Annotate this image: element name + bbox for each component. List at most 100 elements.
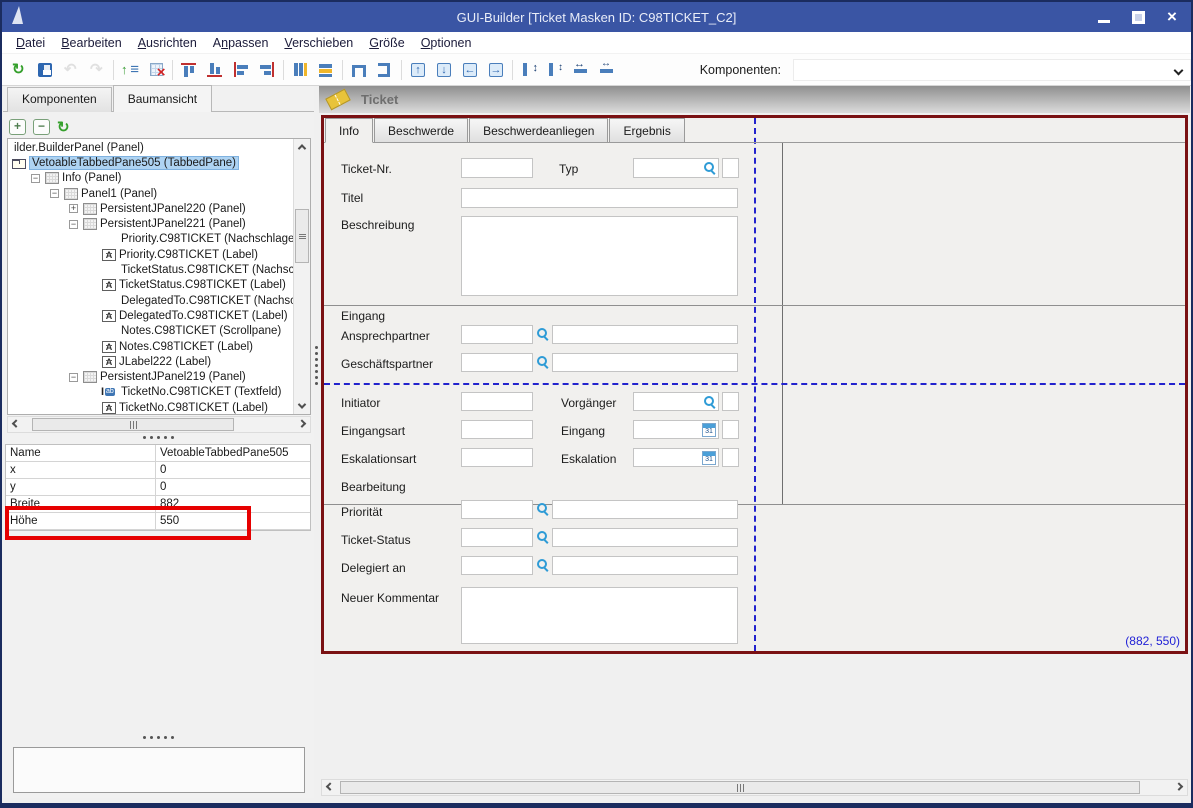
lookup-icon[interactable] <box>536 558 549 571</box>
prioritaet-field[interactable] <box>461 500 533 519</box>
komponenten-combobox[interactable] <box>793 59 1191 81</box>
lookup-icon[interactable] <box>536 530 549 543</box>
tree-item[interactable]: − Info (Panel) <box>8 171 293 186</box>
menu-item[interactable]: Anpassen <box>205 34 277 52</box>
space-horizontal-button[interactable] <box>346 58 372 82</box>
minimize-button[interactable] <box>1095 8 1113 26</box>
tree-item[interactable]: − Panel1 (Panel) <box>8 186 293 201</box>
eskalationsart-field[interactable] <box>461 448 533 467</box>
titel-field[interactable] <box>461 188 738 208</box>
scroll-left-button[interactable] <box>8 417 24 432</box>
expander-minus-icon[interactable]: − <box>69 373 78 382</box>
splitter-handle-bottom[interactable] <box>3 736 314 739</box>
tree-item[interactable]: DelegatedTo.C98TICKET (Nachsch <box>8 293 293 308</box>
move-right-button[interactable]: → <box>483 58 509 82</box>
tree-item[interactable]: Priority.C98TICKET (Nachschlagefe <box>8 232 293 247</box>
eingangsart-field[interactable] <box>461 420 533 439</box>
same-height-button[interactable] <box>287 58 313 82</box>
property-row[interactable]: x 0 <box>6 462 310 479</box>
tree-item[interactable]: + PersistentJPanel220 (Panel) <box>8 201 293 216</box>
lookup-icon[interactable] <box>536 502 549 515</box>
initiator-field[interactable] <box>461 392 533 411</box>
tree-item[interactable]: JLabel222 (Label) <box>8 354 293 369</box>
ticket-status-name-field[interactable] <box>552 528 738 547</box>
tree-item[interactable]: TicketNo.C98TICKET (Label) <box>8 400 293 414</box>
tree-item[interactable]: − PersistentJPanel219 (Panel) <box>8 369 293 384</box>
tree-item[interactable]: TicketStatus.C98TICKET (Label) <box>8 278 293 293</box>
move-down-button[interactable]: ↓ <box>431 58 457 82</box>
geschaeftspartner-field[interactable] <box>461 353 533 372</box>
expander-minus-icon[interactable]: − <box>50 189 59 198</box>
collapse-all-button[interactable]: − <box>33 119 50 135</box>
refresh-tree-button[interactable]: ↻ <box>57 118 75 136</box>
save-button[interactable] <box>32 58 58 82</box>
resize-height-alt-button[interactable] <box>542 58 568 82</box>
geschaeftspartner-name-field[interactable] <box>552 353 738 372</box>
scroll-left-button[interactable] <box>322 780 338 795</box>
ticket-nr-field[interactable] <box>461 158 533 178</box>
ansprechpartner-name-field[interactable] <box>552 325 738 344</box>
lookup-icon[interactable] <box>703 161 716 174</box>
expander-minus-icon[interactable]: − <box>69 220 78 229</box>
ansprechpartner-field[interactable] <box>461 325 533 344</box>
vorgaenger-field[interactable] <box>633 392 719 411</box>
property-row[interactable]: Name VetoableTabbedPane505 <box>6 445 310 462</box>
eingang-date-field[interactable]: 31 <box>633 420 719 439</box>
menu-item[interactable]: Datei <box>8 34 53 52</box>
designer-horizontal-scrollbar[interactable] <box>321 779 1188 796</box>
tree-vertical-scrollbar[interactable] <box>293 139 310 414</box>
expander-minus-icon[interactable]: − <box>31 174 40 183</box>
design-surface[interactable]: InfoBeschwerdeBeschwerdeanliegenErgebnis… <box>321 115 1188 654</box>
align-right-button[interactable] <box>254 58 280 82</box>
maximize-button[interactable] <box>1129 8 1147 26</box>
tree-item[interactable]: Notes.C98TICKET (Scrollpane) <box>8 324 293 339</box>
scroll-down-button[interactable] <box>294 398 310 414</box>
scroll-up-button[interactable] <box>294 139 310 155</box>
resize-width-alt-button[interactable] <box>594 58 620 82</box>
move-up-button[interactable]: ↑ <box>405 58 431 82</box>
calendar-icon[interactable]: 31 <box>702 423 716 437</box>
prioritaet-name-field[interactable] <box>552 500 738 519</box>
typ-flag-field[interactable] <box>722 158 739 178</box>
tab-baumansicht[interactable]: Baumansicht <box>113 85 212 112</box>
tree-item[interactable]: − PersistentJPanel221 (Panel) <box>8 216 293 231</box>
tab-beschwerde[interactable]: Beschwerde <box>374 118 468 143</box>
align-top-button[interactable] <box>176 58 202 82</box>
tree-item[interactable]: TicketNo.C98TICKET (Textfeld) <box>8 385 293 400</box>
tab-order-button[interactable] <box>117 58 143 82</box>
delegiert-an-field[interactable] <box>461 556 533 575</box>
beschreibung-textarea[interactable] <box>461 216 738 296</box>
menu-item[interactable]: Verschieben <box>276 34 361 52</box>
space-vertical-button[interactable] <box>372 58 398 82</box>
delegiert-an-name-field[interactable] <box>552 556 738 575</box>
splitter-handle[interactable] <box>3 436 314 439</box>
eskalation-date-field[interactable]: 31 <box>633 448 719 467</box>
tree-item[interactable]: TicketStatus.C98TICKET (Nachschl <box>8 262 293 277</box>
close-button[interactable]: × <box>1163 8 1181 26</box>
eskalation-flag-field[interactable] <box>722 448 739 467</box>
lookup-icon[interactable] <box>536 355 549 368</box>
neuer-kommentar-textarea[interactable] <box>461 587 738 644</box>
tree-item[interactable]: ilder.BuilderPanel (Panel) <box>8 140 293 155</box>
tab-info[interactable]: Info <box>325 118 373 143</box>
tree-item[interactable]: DelegatedTo.C98TICKET (Label) <box>8 308 293 323</box>
tab-ergebnis[interactable]: Ergebnis <box>609 118 684 143</box>
tree-item[interactable]: VetoableTabbedPane505 (TabbedPane) <box>8 155 293 170</box>
menu-item[interactable]: Größe <box>361 34 412 52</box>
menu-item[interactable]: Optionen <box>413 34 480 52</box>
lookup-icon[interactable] <box>703 395 716 408</box>
ticket-status-field[interactable] <box>461 528 533 547</box>
tree-vscroll-thumb[interactable] <box>295 209 309 263</box>
scroll-right-button[interactable] <box>1171 780 1187 795</box>
move-left-button[interactable]: ← <box>457 58 483 82</box>
same-width-button[interactable] <box>313 58 339 82</box>
lookup-icon[interactable] <box>536 327 549 340</box>
menu-item[interactable]: Bearbeiten <box>53 34 130 52</box>
designer-hscroll-thumb[interactable] <box>340 781 1140 794</box>
undo-button[interactable] <box>58 58 84 82</box>
tree-item[interactable]: Notes.C98TICKET (Label) <box>8 339 293 354</box>
eingang-flag-field[interactable] <box>722 420 739 439</box>
vorgaenger-flag-field[interactable] <box>722 392 739 411</box>
resize-width-button[interactable] <box>568 58 594 82</box>
tab-beschwerdeanliegen[interactable]: Beschwerdeanliegen <box>469 118 608 143</box>
